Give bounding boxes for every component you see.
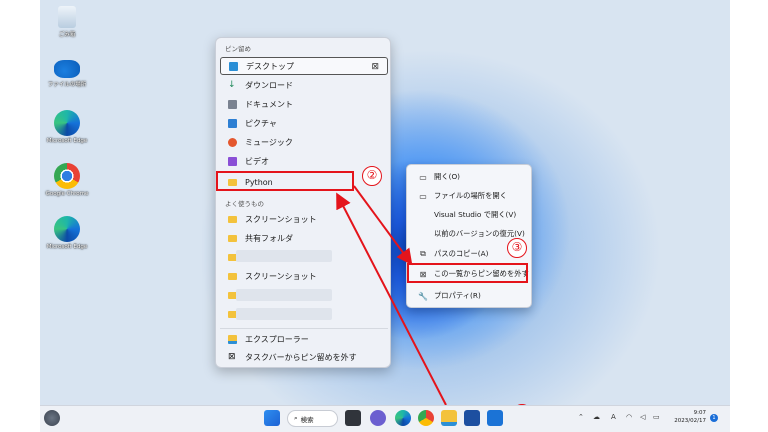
desktop-icon-label: Google Chrome (45, 191, 89, 197)
jump-item-unpin-taskbar[interactable]: ⊠ タスクバーからピン留めを外す (220, 348, 388, 366)
redacted-bar (236, 250, 332, 262)
music-icon (228, 137, 237, 147)
volume-icon[interactable]: ◁ (640, 413, 645, 421)
highlight-unpin-list (407, 263, 528, 283)
chat-icon[interactable] (370, 410, 386, 426)
file-explorer-taskbar-icon[interactable] (441, 410, 457, 426)
context-item-open-location[interactable]: ▭ ファイルの場所を開く (411, 187, 529, 205)
desktop-icon-edge[interactable]: Microsoft Edge (42, 110, 92, 144)
widgets-icon[interactable] (44, 410, 60, 426)
task-view-icon[interactable] (345, 410, 361, 426)
right-margin (730, 0, 768, 432)
divider (220, 328, 388, 329)
unpin-icon[interactable]: ⊠ (371, 62, 379, 72)
context-item-label: パスのコピー(A) (434, 249, 489, 258)
folder-open-icon: ▭ (419, 191, 427, 201)
redacted-bar (236, 289, 332, 301)
battery-icon[interactable]: ▭ (653, 413, 660, 421)
step-2-marker: ② (362, 166, 382, 186)
wifi-icon[interactable]: ◠ (626, 413, 632, 421)
file-explorer-icon (228, 334, 237, 344)
jump-item-label: ピクチャ (245, 118, 277, 128)
search-icon: ⌕ (294, 414, 298, 422)
jump-item-documents[interactable]: ドキュメント (220, 95, 388, 113)
context-item-label: ファイルの場所を開く (434, 191, 507, 200)
desktop-icon-label: ファイルの場所 (47, 82, 87, 88)
start-icon[interactable] (264, 410, 280, 426)
desktop-icon-label: Microsoft Edge (46, 138, 88, 144)
jump-item-pictures[interactable]: ピクチャ (220, 114, 388, 132)
mail-icon[interactable] (487, 410, 503, 426)
desktop-icon-label: Microsoft Edge (46, 244, 88, 250)
jump-item-videos[interactable]: ビデオ (220, 152, 388, 170)
pinned-section-header: ピン留め (225, 45, 251, 53)
clock-time: 9:07 (693, 410, 706, 416)
search-box[interactable]: ⌕ 検索 (287, 410, 338, 427)
highlight-python (216, 171, 354, 191)
copy-icon: ⧉ (420, 249, 426, 258)
jump-item-desktop[interactable]: デスクトップ ⊠ (220, 57, 388, 75)
jump-item-downloads[interactable]: ↓ ダウンロード (220, 76, 388, 94)
jump-item-label: スクリーンショット (245, 214, 317, 224)
pictures-icon (228, 118, 237, 128)
jump-item-label: ドキュメント (245, 99, 293, 109)
redacted-bar (236, 308, 332, 320)
onedrive-icon (54, 60, 80, 78)
jump-item-label: ミュージック (245, 137, 293, 147)
jump-item-label: エクスプローラー (245, 334, 309, 344)
edge-icon (54, 110, 80, 136)
context-item-open[interactable]: ▭ 開く(O) (411, 168, 529, 186)
desktop-icon-edge-2[interactable]: Microsoft Edge (42, 216, 92, 250)
folder-icon (228, 234, 237, 242)
jump-item-label: タスクバーからピン留めを外す (245, 352, 357, 362)
document-icon (228, 99, 237, 109)
store-icon[interactable] (464, 410, 480, 426)
jump-item-label: 共有フォルダ (245, 233, 293, 243)
download-icon: ↓ (228, 79, 236, 90)
video-icon (228, 156, 237, 166)
edge-taskbar-icon[interactable] (395, 410, 411, 426)
clock-date: 2023/02/17 (674, 418, 706, 424)
system-clock[interactable]: 9:07 2023/02/17 (666, 409, 706, 425)
desktop-icon-label: ごみ箱 (58, 32, 76, 38)
context-item-properties[interactable]: 🔧 プロパティ(R) (411, 287, 529, 305)
context-item-label: 開く(O) (434, 172, 461, 181)
ime-indicator[interactable]: A (611, 413, 616, 421)
jump-item-screenshots-2[interactable]: スクリーンショット (220, 267, 388, 285)
context-item-label: Visual Studio で開く(V) (434, 210, 517, 219)
jump-item-shared-folder[interactable]: 共有フォルダ (220, 229, 388, 247)
cloud-icon[interactable]: ☁ (593, 413, 600, 421)
chevron-up-icon[interactable]: ⌃ (578, 413, 584, 421)
open-icon: ▭ (419, 172, 427, 182)
folder-context-menu: ▭ 開く(O) ▭ ファイルの場所を開く Visual Studio で開く(V… (406, 164, 532, 308)
desktop-icon-onedrive[interactable]: ファイルの場所 (42, 60, 92, 88)
jump-item-screenshots[interactable]: スクリーンショット (220, 210, 388, 228)
step-3-marker: ③ (507, 238, 527, 258)
context-item-label: プロパティ(R) (434, 291, 481, 300)
jump-item-label: ダウンロード (245, 80, 293, 90)
folder-icon (228, 272, 237, 280)
jump-item-file-explorer[interactable]: エクスプローラー (220, 330, 388, 348)
chrome-taskbar-icon[interactable] (418, 410, 434, 426)
unpin-icon: ⊠ (228, 351, 236, 362)
desktop-folder-icon (229, 61, 238, 71)
left-margin (0, 0, 40, 432)
context-item-open-vs[interactable]: Visual Studio で開く(V) (411, 206, 529, 224)
jump-item-label: スクリーンショット (245, 271, 317, 281)
wrench-icon: 🔧 (418, 291, 428, 301)
folder-icon (228, 215, 237, 223)
recycle-bin-icon (58, 6, 76, 28)
edge-icon (54, 216, 80, 242)
context-item-label: 以前のバージョンの復元(V) (434, 229, 525, 238)
chrome-icon (54, 163, 80, 189)
frequent-section-header: よく使うもの (225, 200, 264, 208)
jump-item-label: ビデオ (245, 156, 269, 166)
jump-item-label: デスクトップ (246, 61, 294, 71)
search-label: 検索 (300, 415, 314, 424)
jump-item-music[interactable]: ミュージック (220, 133, 388, 151)
notification-badge[interactable]: 1 (710, 414, 718, 422)
desktop-icon-chrome[interactable]: Google Chrome (42, 163, 92, 197)
desktop-icon-recycle-bin[interactable]: ごみ箱 (42, 6, 92, 38)
